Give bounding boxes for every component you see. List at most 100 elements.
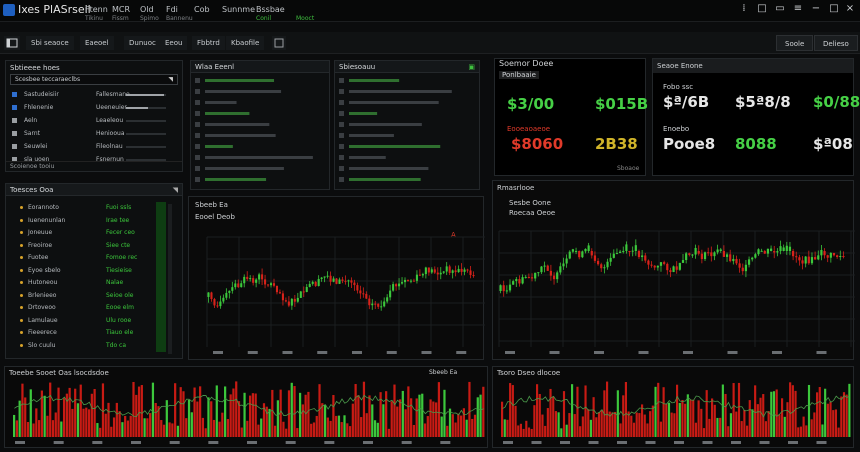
depth-bar (349, 123, 422, 126)
list-icon[interactable]: ≡ (792, 3, 804, 15)
candle-body (341, 279, 344, 281)
toolbar-item-2[interactable]: Eaeoel (80, 36, 114, 50)
toolbar-item-6[interactable]: Kbaofile (226, 36, 265, 50)
volume-bar (743, 409, 746, 437)
candle-body (329, 275, 332, 282)
positions-header: Toesces Ooa ◥ (6, 184, 182, 196)
submenu-3[interactable]: Spimo (140, 15, 159, 22)
candle-body (293, 298, 296, 302)
window-icon[interactable]: □ (756, 3, 768, 15)
maximize-icon[interactable]: □ (828, 3, 840, 15)
ticker1-value-4: 2B38 (595, 135, 638, 153)
volume-bar (215, 385, 218, 437)
watchlist-row[interactable]: Aeln Leaeleou (6, 115, 182, 127)
pin-icon[interactable]: ⁞ (738, 3, 750, 15)
candlestick-chart-1[interactable] (189, 197, 485, 361)
expand-icon[interactable]: ▣ (468, 61, 475, 73)
candle-body (628, 251, 631, 252)
volume-bar (727, 426, 730, 437)
toolbar-item-3[interactable]: Dunuoc (124, 36, 161, 50)
volume-bar (662, 387, 665, 437)
toolbar-button-right-1[interactable]: Soole (776, 35, 814, 51)
sort-icon[interactable]: ◥ (168, 75, 173, 84)
menu-item-1[interactable]: Ftenn (85, 5, 108, 14)
toolbar-item-1[interactable]: Sbi seaoce (26, 36, 74, 50)
volume-bar (107, 402, 110, 437)
submenu-1[interactable]: Tikinu (85, 15, 103, 22)
volume-bar (273, 425, 277, 437)
volume-bar (805, 425, 808, 437)
watchlist-header[interactable]: Scesbee teccaraeclbs ◥ (10, 74, 178, 85)
volume-bar (767, 411, 770, 437)
row-label: Freoiroe (28, 241, 53, 249)
menu-item-3[interactable]: Old (140, 5, 154, 14)
toolbar-more-icon[interactable] (272, 36, 286, 50)
row-value: Tiesieise (106, 266, 132, 274)
volume-chart-1[interactable] (5, 367, 489, 449)
row-value: Fileolnau (96, 143, 123, 150)
candle-body (725, 254, 729, 257)
minimize-icon[interactable]: − (810, 3, 822, 15)
volume-bar (382, 404, 385, 437)
watchlist-row[interactable]: Sarnt Heniooua (6, 128, 182, 140)
row-value: Tdo ca (106, 341, 127, 349)
watchlist-row[interactable]: Sastudeisiir Fallesmane (6, 89, 182, 101)
candlestick-chart-2[interactable] (493, 181, 855, 361)
layout-icon[interactable]: ▭ (774, 3, 786, 15)
volume-bar (729, 413, 732, 437)
candle-body (798, 257, 801, 261)
volume-bar (541, 414, 544, 437)
positions-scrollbar[interactable] (168, 204, 172, 354)
volume-bar (232, 388, 235, 437)
candle-body (757, 249, 760, 255)
toolbar-button-right-2[interactable]: Delieso (814, 35, 858, 51)
submenu-2[interactable]: Fissm (112, 15, 129, 22)
candle-body (418, 274, 421, 276)
watchlist-row[interactable]: Fhlenenie Ueeneuier (6, 102, 182, 114)
volume-chart-2[interactable] (493, 367, 855, 449)
volume-bar (21, 383, 24, 437)
candle-body (804, 256, 807, 264)
candle-body (371, 303, 374, 306)
candle-body (587, 245, 590, 251)
candle-body (515, 279, 518, 282)
x-tick-label (456, 351, 467, 354)
close-icon[interactable]: × (844, 3, 856, 15)
candle-body (666, 263, 669, 271)
menu-item-5[interactable]: Cob (194, 5, 210, 14)
watchlist-row[interactable]: Seuwlei Fileolnau (6, 141, 182, 153)
row-label: Fhlenenie (24, 104, 54, 111)
volume-bar (85, 407, 88, 437)
volume-bar (571, 384, 574, 437)
volume-bar (737, 382, 741, 437)
volume-bar (476, 397, 479, 437)
toolbar-item-4[interactable]: Eeou (160, 36, 188, 50)
ticker1-label1: Ponlbaaie (499, 71, 539, 79)
row-label: Hutoneou (28, 279, 58, 286)
volume-bar (818, 387, 821, 437)
candle-body (505, 290, 508, 292)
candle-body (320, 277, 323, 279)
row-dot-icon (20, 268, 23, 272)
menu-item-4[interactable]: Fdi (166, 5, 178, 14)
candle-body (356, 285, 359, 291)
menu-item-2[interactable]: MCR (112, 5, 130, 14)
menu-item-6[interactable]: Sunnme (222, 5, 255, 14)
candle-body (512, 281, 515, 285)
volume-bar (659, 421, 662, 437)
volume-bar (326, 417, 329, 437)
volume-panel-1: Toeebe Sooet Oas lsocdsdoe Sbeeb Ea (4, 366, 488, 448)
candle-body (365, 293, 368, 299)
volume-bar (304, 394, 307, 437)
ticker1-value-1: $3/00 (507, 95, 555, 113)
toolbar-item-5[interactable]: Fbbtrd (192, 36, 225, 50)
volume-bar (600, 409, 603, 437)
submenu-4[interactable]: Bannenu (166, 15, 193, 22)
menu-item-7[interactable]: Bssbae (256, 5, 285, 14)
status-mode: Mooct (296, 15, 315, 22)
candle-body (537, 272, 540, 274)
candle-body (406, 279, 410, 281)
volume-bar (276, 400, 279, 437)
sidebar-toggle-icon[interactable] (4, 36, 20, 50)
collapse-icon[interactable]: ◥ (173, 184, 178, 196)
